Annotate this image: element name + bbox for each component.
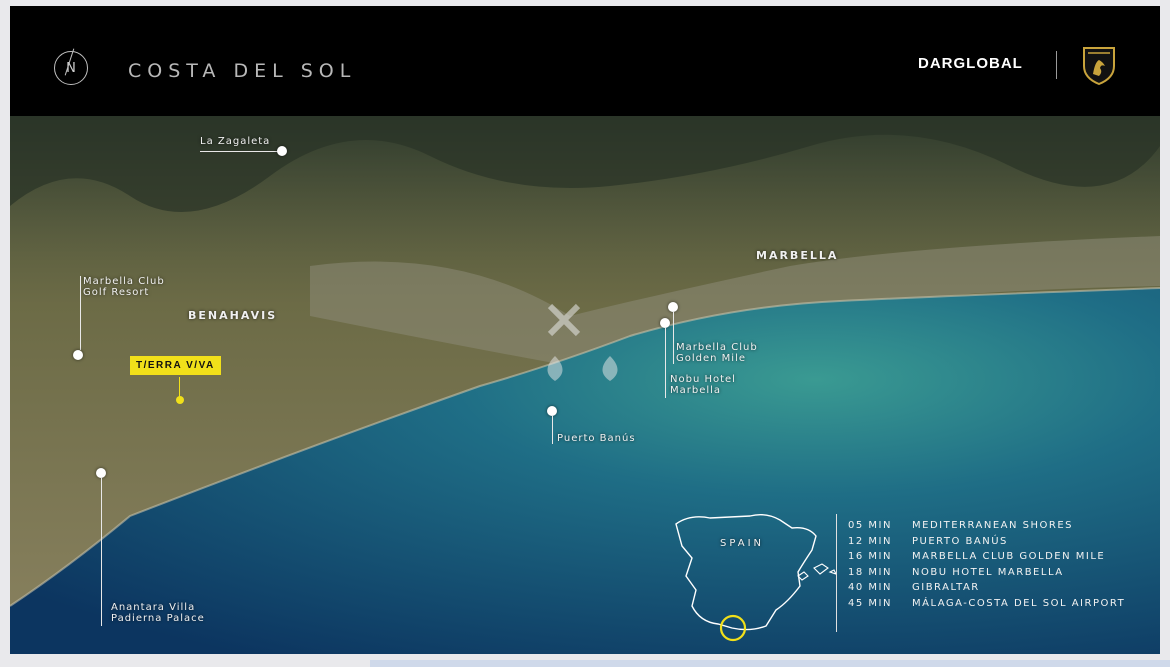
marker-marbella-club-golden-mile[interactable] [668, 302, 678, 312]
label-marbella-club-golf-line2: Golf Resort [83, 287, 150, 298]
label-marbella: MARBELLA [756, 249, 839, 262]
leader-nobu-hotel [665, 328, 666, 398]
travel-time: 05 MIN [848, 520, 892, 531]
spain-inset-map [675, 513, 838, 642]
travel-destination: NOBU HOTEL MARBELLA [912, 566, 1064, 578]
travel-time-row: 45 MIN MÁLAGA-COSTA DEL SOL AIRPORT [848, 598, 1125, 614]
travel-destination: GIBRALTAR [912, 582, 980, 593]
travel-destination: PUERTO BANÚS [912, 535, 1008, 547]
project-label-tierra-viva[interactable]: T/ERRA V/VA [130, 356, 221, 375]
label-nobu-line2: Marbella [670, 385, 722, 396]
marker-project[interactable] [176, 396, 184, 404]
marker-anantara[interactable] [96, 468, 106, 478]
travel-time-row: 40 MIN GIBRALTAR [848, 582, 1125, 598]
travel-time-row: 18 MIN NOBU HOTEL MARBELLA [848, 567, 1125, 583]
label-benahavis: BENAHAVIS [188, 309, 278, 322]
travel-time-row: 12 MIN PUERTO BANÚS [848, 536, 1125, 552]
travel-destination: MARBELLA CLUB GOLDEN MILE [912, 551, 1106, 562]
brand-logo-text: DARGLOBAL [918, 55, 1023, 72]
label-spain: SPAIN [720, 538, 765, 549]
slide-frame: N COSTA DEL SOL DARGLOBAL La Zagaleta MA… [10, 6, 1160, 654]
travel-time: 12 MIN [848, 535, 892, 547]
travel-time: 18 MIN [848, 566, 892, 578]
leader-anantara [101, 478, 102, 626]
label-la-zagaleta: La Zagaleta [200, 136, 271, 147]
lamborghini-crest-icon [1083, 47, 1115, 86]
travel-times-list: 05 MIN MEDITERRANEAN SHORES 12 MIN PUERTO … [848, 520, 1125, 613]
label-anantara-line2: Padierna Palace [111, 613, 205, 624]
travel-times-divider [836, 514, 837, 632]
leader-marbella-club-golden-mile [673, 312, 674, 364]
header-bar: N COSTA DEL SOL DARGLOBAL [10, 6, 1160, 116]
north-arrow-icon: N [54, 48, 88, 85]
label-golden-mile-line2: Golden Mile [676, 353, 746, 364]
marker-puerto-banus[interactable] [547, 406, 557, 416]
travel-time-row: 16 MIN MARBELLA CLUB GOLDEN MILE [848, 551, 1125, 567]
aerial-map: La Zagaleta MARBELLA BENAHAVIS Marbella … [10, 116, 1160, 654]
leader-project [179, 377, 180, 397]
travel-destination: MEDITERRANEAN SHORES [912, 520, 1074, 531]
marker-nobu-hotel[interactable] [660, 318, 670, 328]
label-puerto-banus: Puerto Banús [557, 433, 636, 444]
bottom-scroll-strip [370, 660, 1170, 667]
travel-time-row: 05 MIN MEDITERRANEAN SHORES [848, 520, 1125, 536]
leader-marbella-club-golf [80, 276, 81, 350]
travel-time: 45 MIN [848, 597, 892, 609]
travel-time: 40 MIN [848, 582, 892, 593]
brand-divider [1056, 51, 1057, 79]
travel-time: 16 MIN [848, 551, 892, 562]
marker-marbella-club-golf[interactable] [73, 350, 83, 360]
page-title: COSTA DEL SOL [128, 60, 357, 82]
leader-puerto-banus [552, 416, 553, 444]
travel-destination: MÁLAGA-COSTA DEL SOL AIRPORT [912, 597, 1126, 609]
marker-la-zagaleta[interactable] [277, 146, 287, 156]
leader-la-zagaleta [200, 151, 282, 152]
